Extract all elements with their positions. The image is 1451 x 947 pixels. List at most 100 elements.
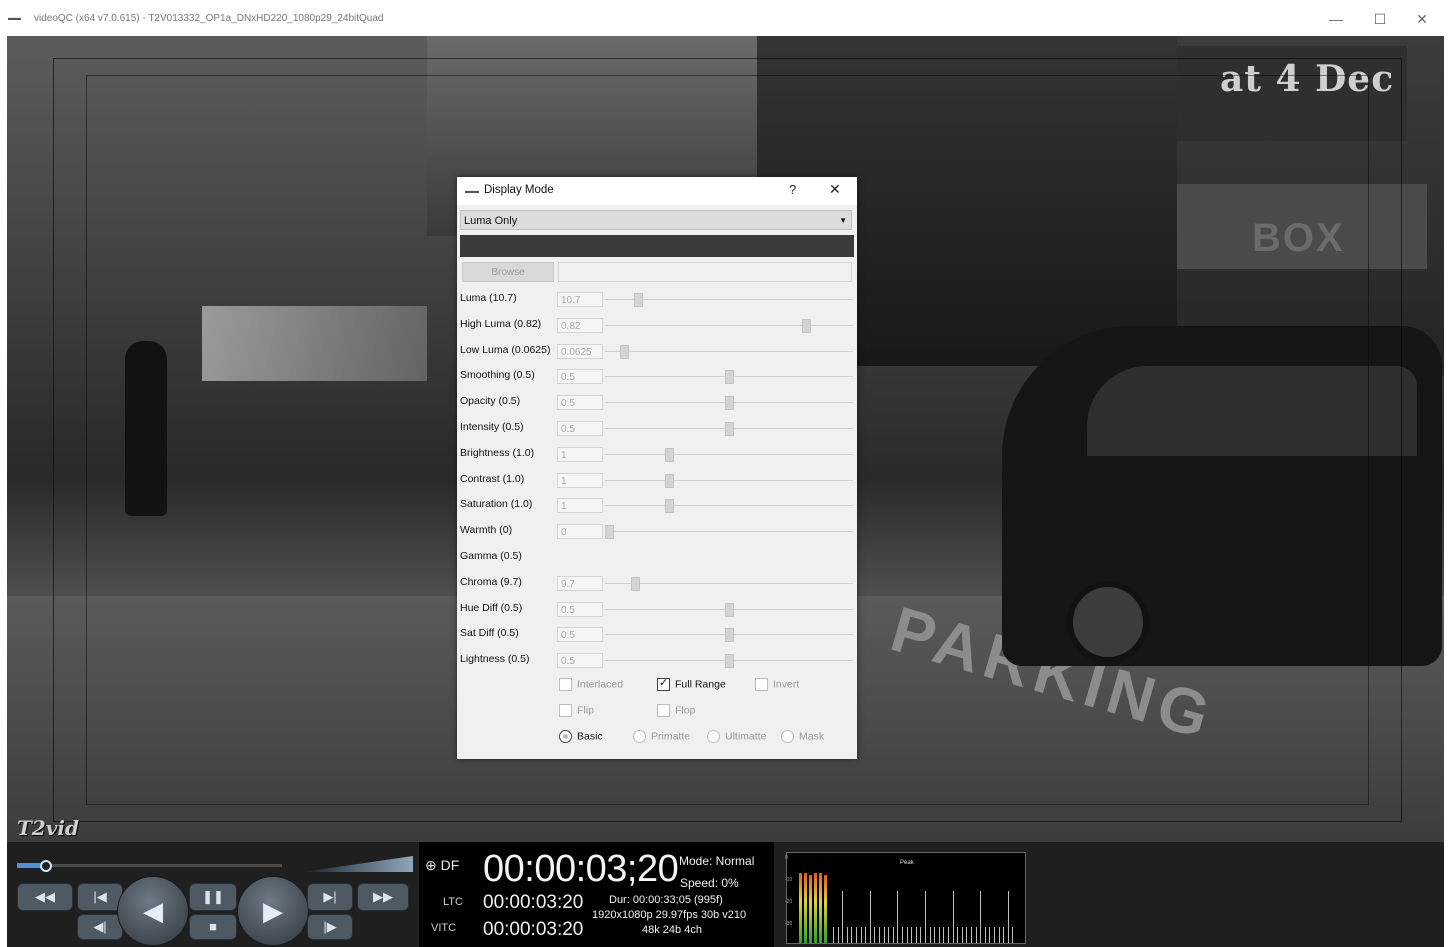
param-slider-handle[interactable] xyxy=(725,603,734,617)
flip-checkbox[interactable]: Flip xyxy=(559,704,594,720)
param-value-field[interactable]: 0.5 xyxy=(557,653,603,668)
primatte-radio[interactable]: Primatte xyxy=(633,730,690,746)
full-range-checkbox[interactable]: Full Range xyxy=(657,676,726,694)
param-slider-track[interactable] xyxy=(605,531,853,532)
meter-idle-line xyxy=(994,927,995,943)
previous-button[interactable]: |◀ xyxy=(77,883,123,911)
play-button[interactable]: ▶ xyxy=(237,876,309,946)
basic-radio[interactable]: Basic xyxy=(559,730,603,746)
ultimatte-radio-circle[interactable] xyxy=(707,730,720,743)
invert-checkbox-box[interactable] xyxy=(755,678,768,691)
meter-idle-line xyxy=(961,927,963,943)
param-value-field[interactable]: 0.5 xyxy=(557,369,603,384)
invert-checkbox[interactable]: Invert xyxy=(755,678,799,694)
reverse-play-button[interactable]: ◀ xyxy=(117,876,189,946)
param-value-field[interactable]: 0.5 xyxy=(557,602,603,617)
vitc-timecode: 00:00:03:20 xyxy=(483,919,584,940)
param-row: Gamma (0.5) xyxy=(457,547,857,567)
meter-idle-line xyxy=(837,927,839,943)
param-slider-handle[interactable] xyxy=(631,577,640,591)
interlaced-checkbox[interactable]: Interlaced xyxy=(559,678,623,694)
dialog-title-bar[interactable]: ▬▬ Display Mode ? ✕ xyxy=(457,177,857,205)
browse-button[interactable]: Browse xyxy=(462,262,554,282)
param-slider-handle[interactable] xyxy=(725,370,734,384)
step-back-button[interactable]: ◀| xyxy=(77,914,123,940)
param-value-field[interactable]: 1 xyxy=(557,498,603,513)
flop-checkbox-box[interactable] xyxy=(657,704,670,717)
param-value-field[interactable]: 0.5 xyxy=(557,421,603,436)
meter-idle-line xyxy=(934,927,936,943)
param-slider-handle[interactable] xyxy=(605,525,614,539)
maximize-icon[interactable]: ☐ xyxy=(1370,10,1390,28)
param-slider-track[interactable] xyxy=(605,583,853,584)
param-value-field[interactable]: 10.7 xyxy=(557,292,603,307)
pause-button[interactable]: ❚❚ xyxy=(189,883,237,911)
rewind-button[interactable]: ◀◀ xyxy=(17,883,73,911)
meter-idle-line xyxy=(865,927,867,943)
param-value-field[interactable]: 1 xyxy=(557,473,603,488)
param-value-field[interactable]: 0.82 xyxy=(557,318,603,333)
drop-frame-toggle[interactable]: ⊕ DF xyxy=(425,857,459,874)
t2vid-logo: T2vid xyxy=(17,816,80,840)
file-path-field[interactable] xyxy=(558,262,852,282)
help-icon[interactable]: ? xyxy=(789,182,796,197)
param-slider-handle[interactable] xyxy=(665,499,674,513)
full-range-checkbox-box[interactable] xyxy=(657,676,670,691)
param-slider-handle[interactable] xyxy=(725,422,734,436)
param-slider-handle[interactable] xyxy=(802,319,811,333)
meter-idle-line xyxy=(911,927,913,943)
param-slider-track[interactable] xyxy=(605,325,853,326)
param-value-field[interactable]: 0.0625 xyxy=(557,344,603,359)
volume-slider[interactable] xyxy=(303,856,413,872)
minimize-icon[interactable]: — xyxy=(1326,10,1346,28)
scrub-handle[interactable] xyxy=(40,860,52,872)
param-value-field[interactable]: 0.5 xyxy=(557,395,603,410)
stop-button[interactable]: ■ xyxy=(189,914,237,940)
meter-idle-line xyxy=(874,927,876,943)
flip-checkbox-box[interactable] xyxy=(559,704,572,717)
meter-title: Peak xyxy=(900,860,914,866)
dialog-app-icon: ▬▬ xyxy=(465,188,479,195)
app-icon: ▬▬ xyxy=(8,15,21,22)
flop-checkbox[interactable]: Flop xyxy=(657,704,695,720)
primatte-label: Primatte xyxy=(651,730,691,743)
param-label: High Luma (0.82) xyxy=(460,318,542,330)
interlaced-checkbox-box[interactable] xyxy=(559,678,572,691)
fast-forward-button[interactable]: ▶▶ xyxy=(357,883,409,911)
mask-radio-circle[interactable] xyxy=(781,730,794,743)
param-value-field[interactable]: 9.7 xyxy=(557,576,603,591)
param-value-field[interactable]: 0 xyxy=(557,524,603,539)
param-slider-handle[interactable] xyxy=(665,474,674,488)
param-slider-handle[interactable] xyxy=(634,293,643,307)
meter-idle-line xyxy=(860,927,862,943)
basic-radio-circle[interactable] xyxy=(559,730,572,743)
param-slider-track[interactable] xyxy=(605,480,853,481)
next-button[interactable]: ▶| xyxy=(307,883,353,911)
primatte-radio-circle[interactable] xyxy=(633,730,646,743)
meter-idle-line xyxy=(984,927,986,943)
param-value-field[interactable]: 1 xyxy=(557,447,603,462)
close-icon[interactable]: ✕ xyxy=(1412,10,1432,28)
ultimatte-radio[interactable]: Ultimatte xyxy=(707,730,766,746)
meter-idle-line xyxy=(1003,927,1005,943)
duration-info: Dur: 00:00:33;05 (995f) xyxy=(609,894,723,906)
dialog-close-icon[interactable]: ✕ xyxy=(829,181,841,198)
scrub-bar[interactable] xyxy=(17,864,282,867)
param-slider-handle[interactable] xyxy=(725,654,734,668)
vitc-label: VITC xyxy=(431,922,457,934)
param-slider-track[interactable] xyxy=(605,505,853,506)
param-value-field[interactable]: 0.5 xyxy=(557,627,603,642)
param-slider-handle[interactable] xyxy=(665,448,674,462)
param-slider-handle[interactable] xyxy=(620,345,629,359)
step-forward-button[interactable]: |▶ xyxy=(307,914,353,940)
full-range-label: Full Range xyxy=(675,678,726,691)
meter-channel-2 xyxy=(804,873,807,943)
meter-channel-6 xyxy=(824,875,827,943)
meter-tick-0: 0 xyxy=(785,855,788,861)
mask-radio[interactable]: Mask xyxy=(781,730,824,746)
display-mode-select[interactable]: Luma Only ▼ xyxy=(460,210,852,230)
param-slider-track[interactable] xyxy=(605,454,853,455)
param-slider-track[interactable] xyxy=(605,351,853,352)
param-slider-handle[interactable] xyxy=(725,396,734,410)
param-slider-handle[interactable] xyxy=(725,628,734,642)
